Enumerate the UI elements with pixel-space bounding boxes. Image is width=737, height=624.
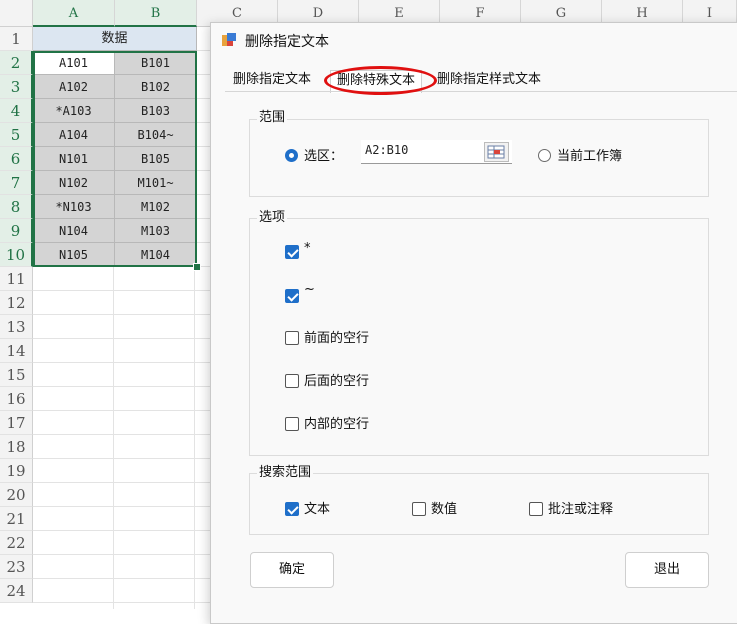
row-header[interactable]: 15 (0, 363, 33, 387)
row-header[interactable]: 7 (0, 171, 33, 195)
asterisk-checkbox[interactable] (285, 245, 299, 259)
leading-blank-rows-checkbox[interactable] (285, 331, 299, 345)
asterisk-label: * (304, 241, 311, 256)
text-label: 文本 (304, 502, 331, 517)
range-picker-icon (487, 145, 505, 159)
cell-b10[interactable]: M104 (115, 243, 197, 267)
tab-delete-special-text[interactable]: 删除特殊文本 (330, 70, 423, 93)
row-header[interactable]: 8 (0, 195, 33, 219)
cell-a5[interactable]: A104 (33, 123, 115, 147)
cell-b2[interactable]: B101 (115, 51, 197, 75)
cell-b8[interactable]: M102 (115, 195, 197, 219)
row-header[interactable]: 5 (0, 123, 33, 147)
ok-button[interactable]: 确定 (250, 552, 334, 588)
cell-a4[interactable]: *A103 (33, 99, 115, 123)
inner-blank-rows-label: 内部的空行 (304, 417, 370, 432)
range-picker-button[interactable] (484, 142, 509, 162)
row-header[interactable]: 12 (0, 291, 33, 315)
row-header[interactable]: 3 (0, 75, 33, 99)
dialog-title: 删除指定文本 (245, 34, 329, 50)
cell-a3[interactable]: A102 (33, 75, 115, 99)
select-all-corner[interactable] (0, 0, 33, 27)
cell-a9[interactable]: N104 (33, 219, 115, 243)
tilde-checkbox[interactable] (285, 289, 299, 303)
cell-b3[interactable]: B102 (115, 75, 197, 99)
selection-label: 选区： (304, 149, 344, 164)
column-header-a[interactable]: A (33, 0, 115, 27)
cell-b5[interactable]: B104~ (115, 123, 197, 147)
tilde-label: ~ (304, 282, 315, 297)
row-header[interactable]: 22 (0, 531, 33, 555)
number-label: 数值 (431, 502, 458, 517)
row-header[interactable]: 24 (0, 579, 33, 603)
number-checkbox[interactable] (412, 502, 426, 516)
row-header[interactable]: 4 (0, 99, 33, 123)
range-input-value: A2:B10 (365, 143, 409, 157)
row-header[interactable]: 1 (0, 27, 33, 51)
delete-text-dialog: 删除指定文本 删除指定文本 删除特殊文本 删除指定样式文本 范围 选区： A2:… (210, 22, 737, 624)
fill-handle[interactable] (193, 263, 201, 271)
cell-a2[interactable]: A101 (33, 51, 115, 75)
row-header[interactable]: 16 (0, 387, 33, 411)
column-header-b[interactable]: B (115, 0, 197, 27)
tab-delete-styled-text[interactable]: 删除指定样式文本 (437, 70, 541, 92)
comment-label: 批注或注释 (548, 502, 614, 517)
row-header[interactable]: 23 (0, 555, 33, 579)
selection-radio[interactable] (285, 149, 298, 162)
row-header[interactable]: 2 (0, 51, 33, 75)
cell-a6[interactable]: N101 (33, 147, 115, 171)
cell-a10[interactable]: N105 (33, 243, 115, 267)
workbook-radio[interactable] (538, 149, 551, 162)
app-icon (222, 33, 236, 46)
search-scope-group-label: 搜索范围 (257, 461, 314, 480)
cell-b9[interactable]: M103 (115, 219, 197, 243)
row-header[interactable]: 20 (0, 483, 33, 507)
exit-button[interactable]: 退出 (625, 552, 709, 588)
cell-a7[interactable]: N102 (33, 171, 115, 195)
row-header[interactable]: 14 (0, 339, 33, 363)
comment-checkbox[interactable] (529, 502, 543, 516)
cell-a8[interactable]: *N103 (33, 195, 115, 219)
dialog-titlebar[interactable]: 删除指定文本 (211, 23, 737, 57)
header-cell[interactable]: 数据 (33, 27, 197, 51)
row-header[interactable]: 10 (0, 243, 33, 267)
row-header[interactable]: 13 (0, 315, 33, 339)
text-checkbox[interactable] (285, 502, 299, 516)
row-header[interactable]: 9 (0, 219, 33, 243)
tab-delete-specified-text[interactable]: 删除指定文本 (233, 70, 311, 92)
leading-blank-rows-label: 前面的空行 (304, 331, 370, 346)
options-group-label: 选项 (257, 206, 288, 225)
trailing-blank-rows-checkbox[interactable] (285, 374, 299, 388)
row-header[interactable]: 11 (0, 267, 33, 291)
trailing-blank-rows-label: 后面的空行 (304, 374, 370, 389)
workbook-label: 当前工作簿 (557, 149, 623, 164)
row-header[interactable]: 6 (0, 147, 33, 171)
cell-b7[interactable]: M101~ (115, 171, 197, 195)
row-header[interactable]: 17 (0, 411, 33, 435)
inner-blank-rows-checkbox[interactable] (285, 417, 299, 431)
row-header[interactable]: 21 (0, 507, 33, 531)
range-group-label: 范围 (257, 106, 288, 125)
row-header[interactable]: 19 (0, 459, 33, 483)
cell-b6[interactable]: B105 (115, 147, 197, 171)
row-header[interactable]: 18 (0, 435, 33, 459)
tab-divider (225, 91, 737, 92)
cell-b4[interactable]: B103 (115, 99, 197, 123)
